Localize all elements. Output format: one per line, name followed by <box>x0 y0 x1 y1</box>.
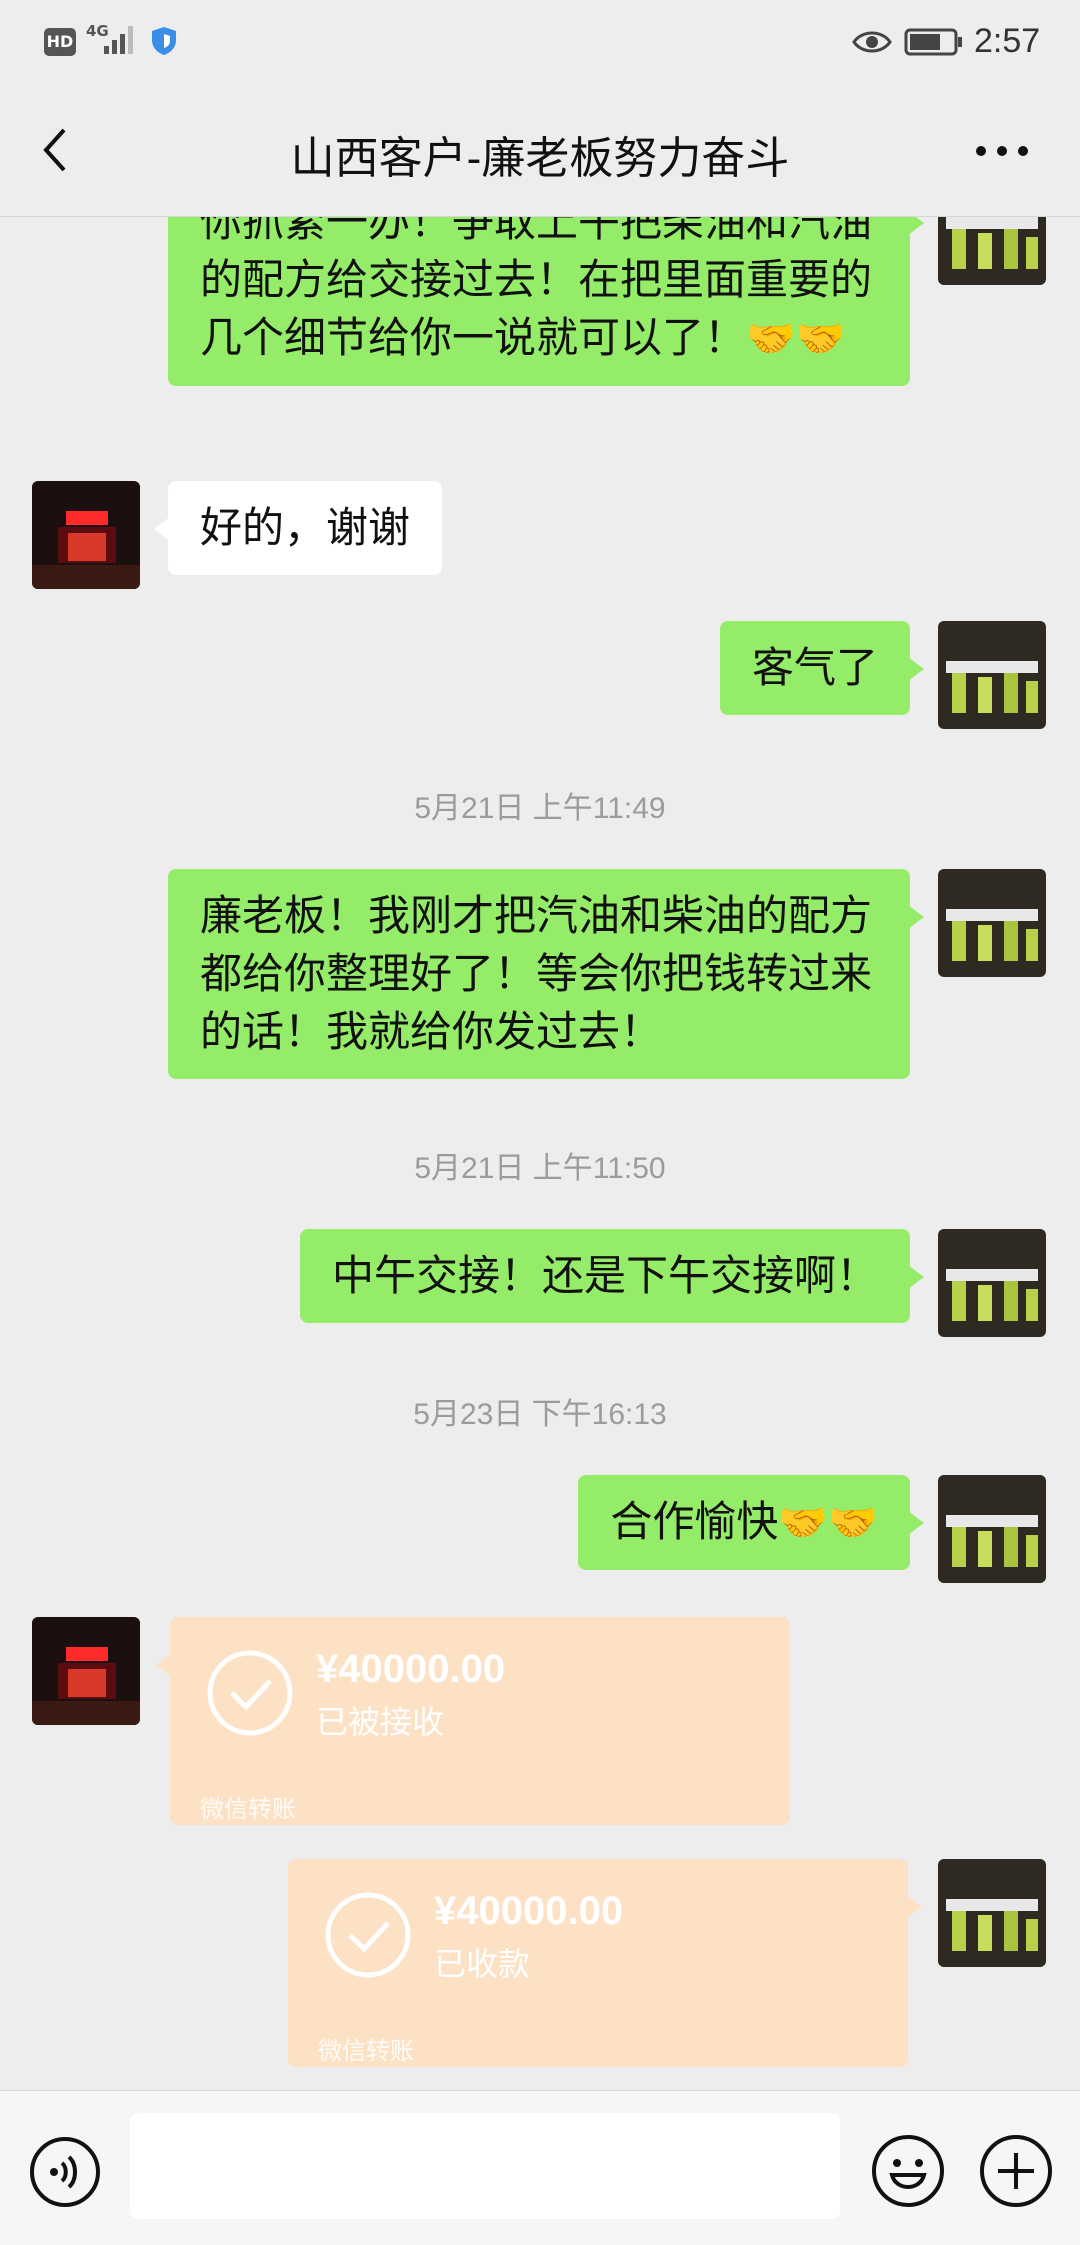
transfer-label: 微信转账 <box>200 1796 296 1823</box>
hd-badge: HD <box>44 28 76 56</box>
transfer-amount: ¥40000.00 <box>316 1647 506 1691</box>
outgoing-message[interactable]: 你抓紧一办！争取上午把柴油和汽油的配方给交接过去！在把里面重要的几个细节给你一说… <box>168 217 924 386</box>
outgoing-message[interactable]: 客气了 <box>719 621 925 715</box>
outgoing-message[interactable]: 合作愉快🤝🤝 <box>578 1475 924 1570</box>
status-bar: HD 4G 2:57 <box>0 0 1080 84</box>
transfer-card[interactable]: ¥40000.00 已被接收 微信转账 <box>156 1617 790 1825</box>
handshake-emoji: 🤝🤝 <box>746 317 846 361</box>
timestamp: 5月23日 下午16:13 <box>413 1398 667 1431</box>
my-avatar[interactable] <box>938 621 1046 729</box>
voice-input-icon[interactable] <box>28 2135 102 2209</box>
my-avatar[interactable] <box>938 1859 1046 1967</box>
outgoing-message[interactable]: 廉老板！我刚才把汽油和柴油的配方都给你整理好了！等会你把钱转过来的话！我就给你发… <box>168 869 924 1079</box>
transfer-card[interactable]: ¥40000.00 已收款 微信转账 <box>288 1859 922 2067</box>
timestamp: 5月21日 上午11:49 <box>414 792 666 825</box>
eye-icon <box>852 31 892 53</box>
incoming-message[interactable]: 好的，谢谢 <box>153 481 443 575</box>
shield-icon <box>152 27 176 55</box>
check-circle-icon <box>325 1892 411 1978</box>
message-list[interactable]: 你抓紧一办！争取上午把柴油和汽油的配方给交接过去！在把里面重要的几个细节给你一说… <box>0 217 1080 2089</box>
message-input[interactable] <box>130 2113 840 2219</box>
transfer-status: 已被接收 <box>316 1704 445 1740</box>
clock: 2:57 <box>974 22 1041 60</box>
plus-icon[interactable] <box>978 2133 1054 2209</box>
my-avatar[interactable] <box>938 217 1046 285</box>
emoji-icon[interactable] <box>870 2133 946 2209</box>
more-options-icon[interactable] <box>974 144 1030 158</box>
message-text: 中午交接！还是下午交接啊！ <box>331 1252 878 1299</box>
my-avatar[interactable] <box>938 869 1046 977</box>
check-circle-icon <box>207 1650 293 1736</box>
my-avatar[interactable] <box>938 1229 1046 1337</box>
transfer-amount: ¥40000.00 <box>434 1889 624 1933</box>
chat-title: 山西客户-廉老板努力奋斗 <box>290 134 790 183</box>
input-bar <box>0 2090 1080 2245</box>
message-text: 合作愉快 <box>610 1498 779 1545</box>
contact-avatar[interactable] <box>32 481 140 589</box>
outgoing-message[interactable]: 中午交接！还是下午交接啊！ <box>299 1229 925 1323</box>
transfer-status: 已收款 <box>434 1946 531 1982</box>
handshake-emoji: 🤝🤝 <box>778 1501 878 1545</box>
timestamp: 5月21日 上午11:50 <box>414 1152 666 1185</box>
signal-icon <box>104 26 133 54</box>
message-text: 客气了 <box>751 644 878 691</box>
message-text: 好的，谢谢 <box>200 504 411 551</box>
battery-icon <box>904 28 962 56</box>
message-text: 廉老板！我刚才把汽油和柴油的配方都给你整理好了！等会你把钱转过来的话！我就给你发… <box>200 892 873 1055</box>
contact-avatar[interactable] <box>32 1617 140 1725</box>
my-avatar[interactable] <box>938 1475 1046 1583</box>
transfer-label: 微信转账 <box>318 2038 414 2065</box>
chat-header: 山西客户-廉老板努力奋斗 <box>0 84 1080 217</box>
